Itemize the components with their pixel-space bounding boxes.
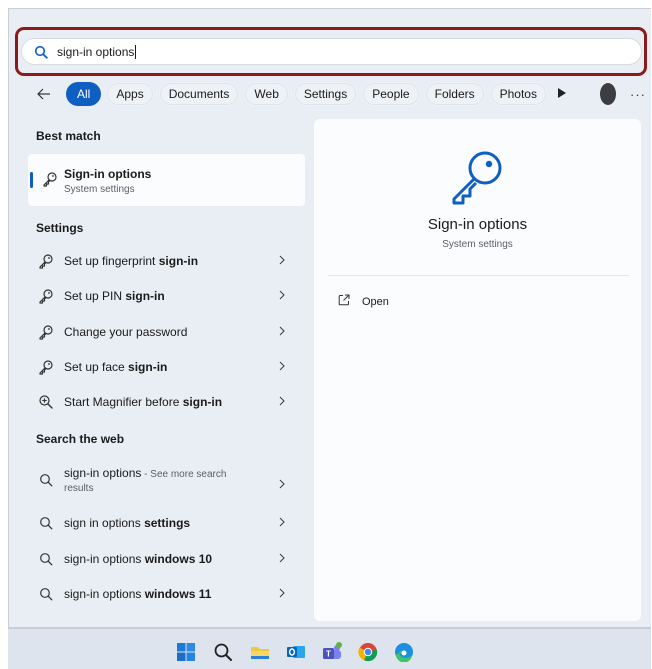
key-icon	[42, 171, 58, 192]
result-label: Change your password	[64, 325, 188, 339]
web-result-windows-11[interactable]: sign-in options windows 11	[28, 578, 305, 610]
windows-start-icon[interactable]	[176, 642, 196, 662]
settings-result-face[interactable]: Set up face sign-in	[28, 351, 305, 383]
chevron-right-icon	[279, 587, 289, 601]
teams-icon[interactable]: T	[322, 642, 342, 662]
filter-chip-all[interactable]: All	[66, 82, 102, 106]
detail-subtitle: System settings	[442, 239, 513, 250]
chevron-right-icon	[279, 478, 289, 492]
back-arrow-icon[interactable]	[36, 86, 52, 102]
result-label: Start Magnifier before sign-in	[64, 395, 223, 409]
search-icon	[38, 472, 54, 488]
best-match-title: Sign-in options	[64, 167, 152, 181]
key-icon	[445, 145, 509, 214]
screen: sign-in options All Apps Documents Web S…	[0, 0, 652, 669]
chevron-right-icon	[279, 254, 289, 268]
search-icon[interactable]	[213, 642, 233, 662]
key-icon	[38, 253, 54, 269]
chevron-right-icon	[279, 289, 289, 303]
result-label: sign-in options windows 10	[64, 552, 213, 566]
outlook-icon[interactable]	[286, 642, 306, 662]
chevron-right-icon	[279, 395, 289, 409]
result-label: sign in options settings	[64, 516, 191, 530]
svg-text:T: T	[326, 650, 331, 659]
settings-result-pin[interactable]: Set up PIN sign-in	[28, 280, 305, 312]
more-filters-play-icon[interactable]	[557, 87, 566, 101]
search-icon	[38, 515, 54, 531]
magnifier-icon	[38, 394, 54, 410]
best-match-result[interactable]: Sign-in options System settings	[28, 154, 305, 206]
search-the-web-heading: Search the web	[36, 432, 125, 446]
selection-accent-bar	[30, 172, 33, 188]
chevron-right-icon	[279, 552, 289, 566]
result-label: sign-in options windows 11	[64, 587, 212, 601]
result-label: sign-in options - See more search results	[64, 466, 227, 494]
open-label: Open	[362, 295, 389, 308]
web-result-settings[interactable]: sign in options settings	[28, 507, 305, 539]
web-result-see-more[interactable]: sign-in options - See more search results	[28, 458, 305, 502]
taskbar: T	[8, 628, 651, 669]
key-icon	[38, 324, 54, 340]
chevron-right-icon	[279, 360, 289, 374]
result-label: Set up PIN sign-in	[64, 289, 165, 303]
key-icon	[38, 288, 54, 304]
file-explorer-icon[interactable]	[250, 642, 270, 662]
filter-chip-apps[interactable]: Apps	[106, 82, 154, 106]
filter-chip-folders[interactable]: Folders	[424, 82, 485, 106]
divider	[328, 275, 629, 276]
detail-title: Sign-in options	[427, 216, 528, 233]
chrome-icon[interactable]	[358, 642, 378, 662]
settings-result-change-password[interactable]: Change your password	[28, 316, 305, 348]
filter-chip-people[interactable]: People	[362, 82, 420, 106]
edge-icon[interactable]	[394, 642, 414, 662]
filter-chip-settings[interactable]: Settings	[293, 82, 358, 106]
chevron-right-icon	[279, 516, 289, 530]
filter-chip-documents[interactable]: Documents	[158, 82, 240, 106]
result-detail-pane: Sign-in options System settings Open	[314, 119, 641, 621]
search-icon	[38, 551, 54, 567]
open-external-icon	[338, 294, 350, 309]
filter-chip-photos[interactable]: Photos	[489, 82, 547, 106]
filter-chip-web[interactable]: Web	[244, 82, 289, 106]
search-highlight-box	[15, 27, 647, 76]
web-result-windows-10[interactable]: sign-in options windows 10	[28, 543, 305, 575]
more-options-icon[interactable]: ···	[630, 87, 646, 102]
filter-bar: All Apps Documents Web Settings People F…	[36, 81, 646, 107]
search-icon	[38, 586, 54, 602]
result-label: Set up face sign-in	[64, 360, 168, 374]
result-label: Set up fingerprint sign-in	[64, 254, 199, 268]
open-button[interactable]: Open	[338, 294, 389, 309]
settings-result-fingerprint[interactable]: Set up fingerprint sign-in	[28, 245, 305, 277]
avatar[interactable]	[599, 83, 616, 105]
best-match-subtitle: System settings	[64, 184, 135, 195]
settings-result-magnifier[interactable]: Start Magnifier before sign-in	[28, 386, 305, 418]
settings-heading: Settings	[36, 221, 84, 235]
key-icon	[38, 359, 54, 375]
chevron-right-icon	[279, 325, 289, 339]
best-match-heading: Best match	[36, 129, 101, 143]
